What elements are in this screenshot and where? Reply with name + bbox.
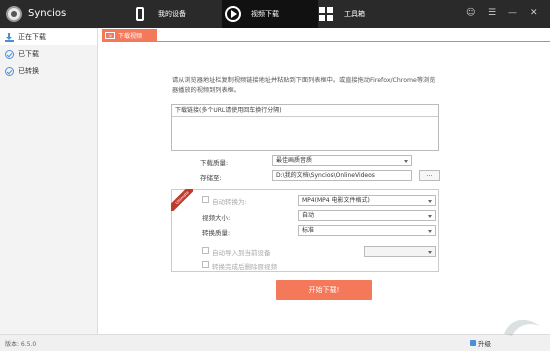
auto-import-checkbox[interactable] xyxy=(202,247,209,254)
upgrade-icon xyxy=(470,340,476,346)
auto-convert-checkbox[interactable] xyxy=(202,196,209,203)
nav-video-download-label: 视频下载 xyxy=(251,10,279,18)
menu-icon[interactable]: ☰ xyxy=(488,8,496,18)
download-icon xyxy=(5,32,14,42)
save-to-label: 存储至: xyxy=(200,174,222,182)
video-size-select[interactable]: 自动 xyxy=(298,210,436,221)
status-bar: 版本: 6.5.0 升级 xyxy=(0,334,550,351)
url-input-box[interactable]: 下载链接(多个URL请使用回车换行分隔) xyxy=(171,104,439,151)
tab-underline xyxy=(102,41,550,42)
sidebar-item-label: 已转换 xyxy=(18,67,39,75)
syncios-logo-icon xyxy=(6,6,22,22)
instructions-text: 请从浏览器地址栏复制视频链接地址并粘贴到下面列表框中。或直接拖动Firefox/… xyxy=(172,77,436,94)
play-icon xyxy=(225,6,241,22)
sidebar-item-label: 正在下载 xyxy=(18,33,46,41)
delete-after-checkbox[interactable] xyxy=(202,261,209,268)
convert-quality-label: 转换质量: xyxy=(202,229,231,237)
title-bar: Syncios 我的设备 视频下载 工具箱 ☺ ☰ — ✕ xyxy=(0,0,550,28)
nav-video-download[interactable]: 视频下载 xyxy=(222,0,318,28)
tab-label: 下载视频 xyxy=(118,32,143,40)
auto-convert-select[interactable]: MP4(MP4 电影文件格式) xyxy=(298,195,436,206)
convert-quality-select[interactable]: 标准 xyxy=(298,225,436,236)
phone-icon xyxy=(132,6,148,22)
sidebar: 正在下载 已下载 已转换 xyxy=(0,28,98,334)
sidebar-item-downloaded[interactable]: 已下载 xyxy=(0,46,97,62)
nav-toolbox-label: 工具箱 xyxy=(344,10,365,18)
minimize-button[interactable]: — xyxy=(508,8,517,18)
auto-import-label: 自动导入到当前设备 xyxy=(212,249,271,257)
save-path-field[interactable]: D:\我的文档\Syncios\OnlineVideos xyxy=(272,170,412,181)
url-box-header: 下载链接(多个URL请使用回车换行分隔) xyxy=(172,105,438,117)
watermark-logo-icon xyxy=(504,319,540,336)
check-circle-icon xyxy=(5,66,14,76)
nav-toolbox[interactable]: 工具箱 xyxy=(318,0,365,28)
upgrade-button[interactable]: 升级 xyxy=(470,338,491,348)
sidebar-item-downloading[interactable]: 正在下载 xyxy=(0,29,97,45)
upgrade-label: 升级 xyxy=(478,340,491,348)
ribbon-label: Ultimate xyxy=(171,189,193,211)
app-name: Syncios xyxy=(28,8,67,19)
feedback-icon[interactable]: ☺ xyxy=(466,8,475,18)
video-size-label: 视频大小: xyxy=(202,214,231,222)
device-select[interactable] xyxy=(364,246,436,257)
browse-button[interactable]: ... xyxy=(419,170,440,181)
version-text: 版本: 6.5.0 xyxy=(5,341,37,348)
sidebar-item-converted[interactable]: 已转换 xyxy=(0,63,97,79)
video-link-icon: ⇲ xyxy=(105,31,115,39)
grid-icon xyxy=(318,6,334,22)
start-download-button[interactable]: 开始下载! xyxy=(276,280,372,300)
delete-after-label: 转换完成后删除原视频 xyxy=(212,263,277,271)
close-button[interactable]: ✕ xyxy=(530,8,538,18)
sidebar-item-label: 已下载 xyxy=(18,50,39,58)
tab-download-video[interactable]: ⇲ 下载视频 xyxy=(102,29,157,41)
nav-my-device[interactable]: 我的设备 xyxy=(132,0,186,28)
quality-select[interactable]: 最佳画质音质 xyxy=(272,155,412,166)
check-circle-icon xyxy=(5,49,14,59)
quality-label: 下载质量: xyxy=(200,159,229,167)
auto-convert-label: 自动转换为: xyxy=(212,198,247,206)
nav-my-device-label: 我的设备 xyxy=(158,10,186,18)
ultimate-ribbon: Ultimate xyxy=(171,189,193,211)
